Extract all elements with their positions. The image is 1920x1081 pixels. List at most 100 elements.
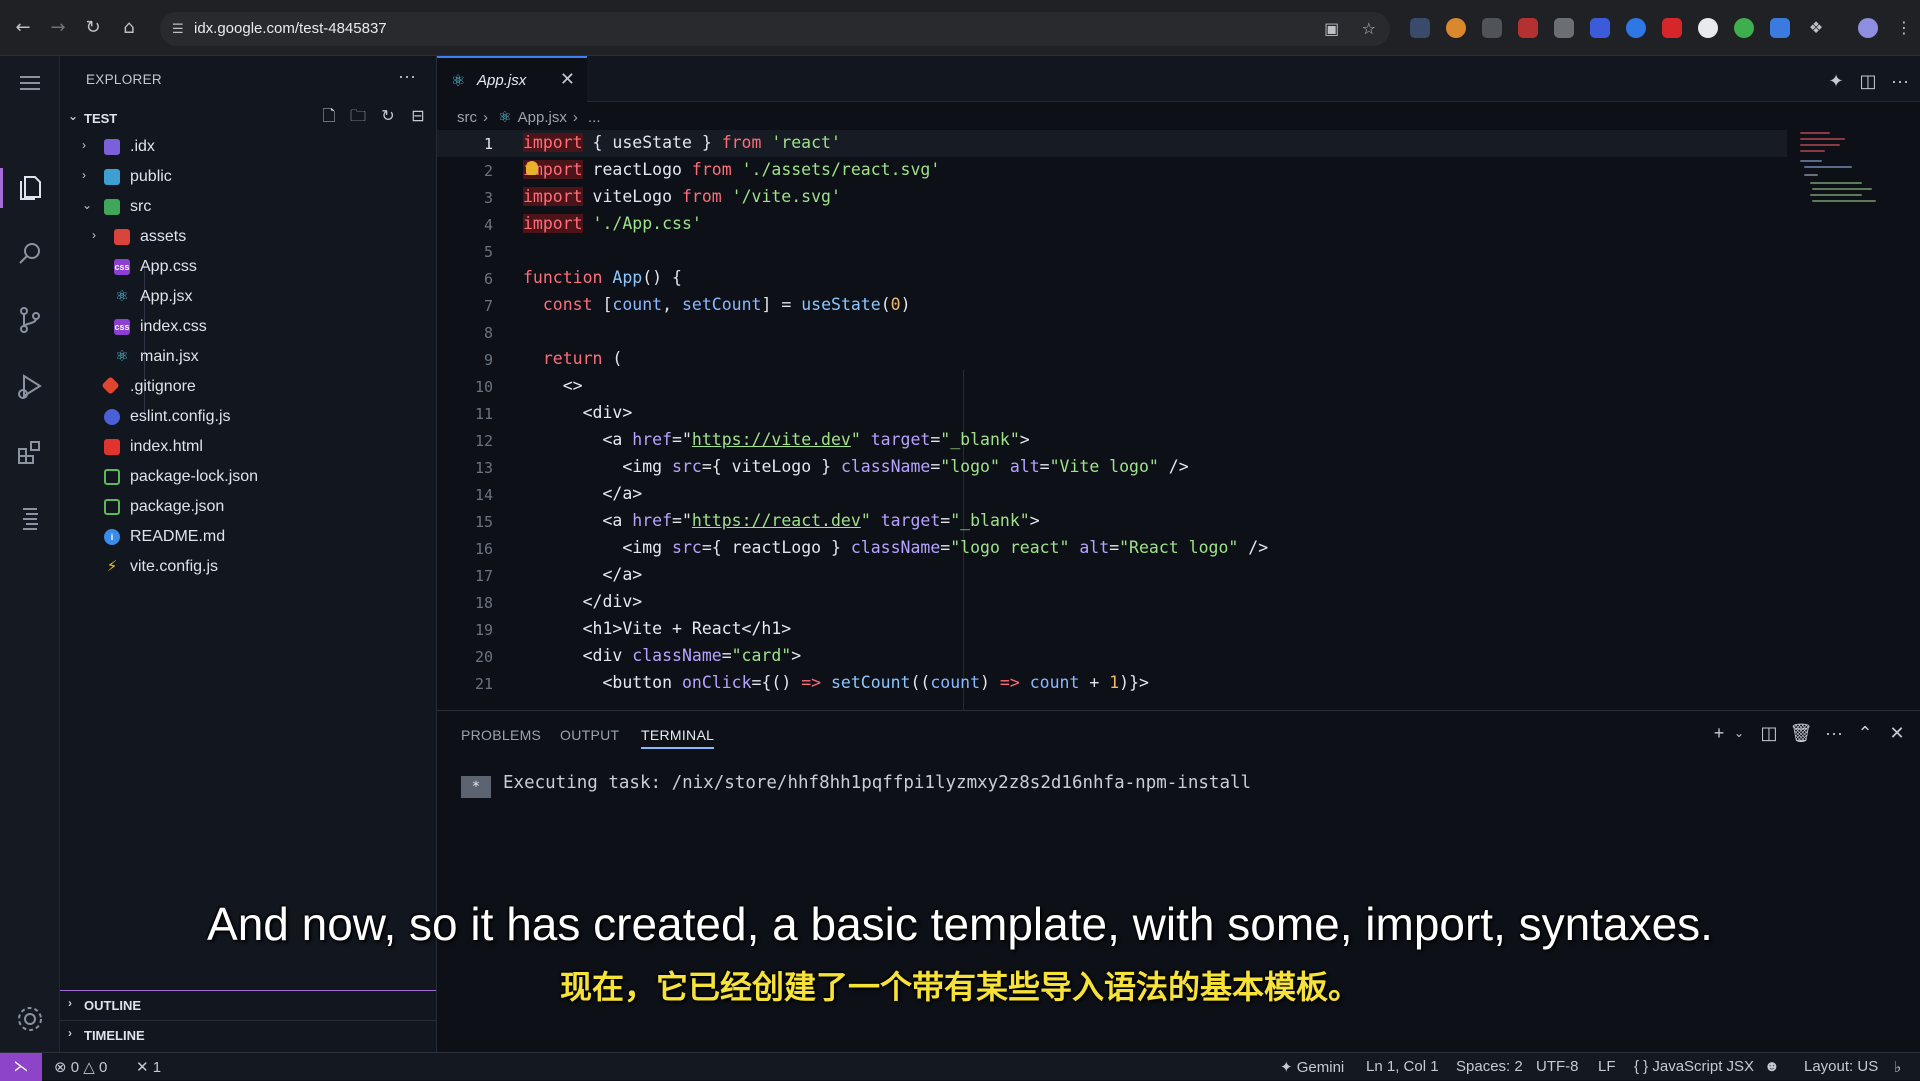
ports-status[interactable]: ✕ 1 — [136, 1058, 161, 1076]
extension-tab-icon[interactable] — [1770, 18, 1790, 38]
tree-item-src[interactable]: ⌄ src — [60, 192, 436, 222]
collapse-all-icon[interactable]: ⊟ — [407, 106, 429, 128]
extensions-icon[interactable] — [15, 437, 45, 467]
keyboard-layout-status[interactable]: Layout: US — [1804, 1058, 1878, 1075]
code-line[interactable]: 21 <button onClick={() => setCount((coun… — [437, 670, 1787, 697]
tree-item-app-jsx[interactable]: ⚛ App.jsx — [60, 282, 436, 312]
code-line[interactable]: 10 <> — [437, 373, 1787, 400]
code-line[interactable]: 6 function App() { — [437, 265, 1787, 292]
close-panel-icon[interactable]: ✕ — [1885, 721, 1909, 745]
token[interactable]: https://vite.dev — [692, 430, 851, 449]
menu-icon[interactable] — [15, 68, 45, 98]
encoding-status[interactable]: UTF-8 — [1536, 1058, 1579, 1075]
tree-item-app-css[interactable]: css App.css — [60, 252, 436, 282]
new-folder-icon[interactable]: 🗀 — [347, 106, 369, 128]
split-editor-icon[interactable]: ◫ — [1857, 70, 1879, 92]
tree-item-index-html[interactable]: index.html — [60, 432, 436, 462]
extension-shield-icon[interactable] — [1554, 18, 1574, 38]
code-line[interactable]: 15 <a href="https://react.dev" target="_… — [437, 508, 1787, 535]
explorer-files-icon[interactable] — [15, 173, 45, 203]
tab-problems[interactable]: PROBLEMS — [461, 727, 541, 743]
code-editor[interactable]: 1 import { useState } from 'react' 2 imp… — [437, 130, 1920, 710]
code-line[interactable]: 19 <h1>Vite + React</h1> — [437, 616, 1787, 643]
cursor-position[interactable]: Ln 1, Col 1 — [1366, 1058, 1439, 1075]
tree-item-package-lock[interactable]: package-lock.json — [60, 462, 436, 492]
code-line[interactable]: 16 <img src={ reactLogo } className="log… — [437, 535, 1787, 562]
notification-bell-icon[interactable]: ♭ — [1894, 1058, 1901, 1076]
source-control-icon[interactable] — [15, 305, 45, 335]
extension-ring-icon[interactable] — [1698, 18, 1718, 38]
code-line[interactable]: 11 <div> — [437, 400, 1787, 427]
url-text[interactable]: idx.google.com/test-4845837 — [194, 20, 387, 37]
forward-arrow-icon[interactable]: → — [47, 17, 69, 39]
new-file-icon[interactable]: 🗋 — [318, 106, 340, 128]
back-arrow-icon[interactable]: ← — [12, 17, 34, 39]
tree-item-assets[interactable]: › assets — [60, 222, 436, 252]
chevron-down-icon[interactable]: ⌄ — [1727, 721, 1751, 745]
extension-badge-icon[interactable] — [1518, 18, 1538, 38]
extension-wave-icon[interactable] — [1590, 18, 1610, 38]
extension-game-icon[interactable] — [1482, 18, 1502, 38]
code-line[interactable]: 2 import reactLogo from './assets/react.… — [437, 157, 1787, 184]
code-line[interactable]: 4 import './App.css' — [437, 211, 1787, 238]
token[interactable]: https://react.dev — [692, 511, 861, 530]
extension-chrome-icon[interactable] — [1734, 18, 1754, 38]
code-line[interactable]: 20 <div className="card"> — [437, 643, 1787, 670]
maximize-panel-icon[interactable]: ⌃ — [1853, 721, 1877, 745]
more-actions-icon[interactable]: ··· — [398, 66, 416, 87]
profile-avatar[interactable] — [1858, 18, 1878, 38]
breadcrumb-src[interactable]: src — [457, 109, 477, 126]
code-line[interactable]: 13 <img src={ viteLogo } className="logo… — [437, 454, 1787, 481]
extension-red-shield-icon[interactable] — [1662, 18, 1682, 38]
tab-app-jsx[interactable]: ⚛ App.jsx ✕ — [437, 56, 587, 102]
code-line[interactable]: 12 <a href="https://vite.dev" target="_b… — [437, 427, 1787, 454]
close-tab-icon[interactable]: ✕ — [560, 69, 575, 90]
code-line[interactable]: 18 </div> — [437, 589, 1787, 616]
tree-item-main-jsx[interactable]: ⚛ main.jsx — [60, 342, 436, 372]
tree-item-eslint[interactable]: eslint.config.js — [60, 402, 436, 432]
refresh-icon[interactable]: ↻ — [377, 106, 399, 128]
code-line[interactable]: 14 </a> — [437, 481, 1787, 508]
extension-colorful-icon[interactable] — [1626, 18, 1646, 38]
tree-item-index-css[interactable]: css index.css — [60, 312, 436, 342]
editor-more-icon[interactable]: ··· — [1889, 70, 1911, 92]
problems-status[interactable]: ⊗ 0 △ 0 — [54, 1058, 107, 1076]
gemini-sparkle-icon[interactable]: ✦ — [1825, 70, 1847, 92]
tree-item-package-json[interactable]: package.json — [60, 492, 436, 522]
tree-item-idx[interactable]: › .idx — [60, 132, 436, 162]
trash-icon[interactable]: 🗑 — [1789, 721, 1813, 745]
feedback-icon[interactable]: ☻ — [1764, 1058, 1780, 1075]
code-line[interactable]: 3 import viteLogo from '/vite.svg' — [437, 184, 1787, 211]
eol-status[interactable]: LF — [1598, 1058, 1616, 1075]
tree-item-public[interactable]: › public — [60, 162, 436, 192]
tree-item-gitignore[interactable]: .gitignore — [60, 372, 436, 402]
breadcrumb-file[interactable]: App.jsx — [518, 109, 567, 126]
tree-item-vite-config[interactable]: ⚡ vite.config.js — [60, 552, 436, 582]
gemini-status[interactable]: ✦ Gemini — [1280, 1058, 1344, 1076]
terminal-output[interactable]: * Executing task: /nix/store/hhf8hh1pqffp… — [461, 773, 1251, 798]
code-line[interactable]: 5 — [437, 238, 1787, 265]
code-line[interactable]: 8 — [437, 319, 1787, 346]
tab-terminal[interactable]: TERMINAL — [641, 727, 715, 749]
address-bar[interactable]: ☰ idx.google.com/test-4845837 ▣ ☆ — [160, 12, 1390, 46]
site-info-icon[interactable]: ☰ — [172, 20, 190, 38]
run-debug-icon[interactable] — [15, 371, 45, 401]
extensions-puzzle-icon[interactable]: ❖ — [1806, 18, 1826, 38]
code-line[interactable]: 17 </a> — [437, 562, 1787, 589]
remote-indicator-icon[interactable]: ⋋ — [0, 1053, 42, 1081]
indentation-status[interactable]: Spaces: 2 — [1456, 1058, 1523, 1075]
breadcrumb-symbol[interactable]: ... — [588, 109, 601, 126]
tree-item-readme[interactable]: i README.md — [60, 522, 436, 552]
minimap[interactable] — [1800, 130, 1910, 210]
language-status[interactable]: { } JavaScript JSX — [1634, 1058, 1754, 1075]
install-app-icon[interactable]: ▣ — [1324, 21, 1339, 38]
reload-icon[interactable]: ↻ — [82, 17, 104, 39]
outline-list-icon[interactable] — [15, 503, 45, 533]
extension-circle-icon[interactable] — [1446, 18, 1466, 38]
home-icon[interactable]: ⌂ — [118, 17, 140, 39]
panel-more-icon[interactable]: ··· — [1822, 721, 1846, 745]
tab-output[interactable]: OUTPUT — [560, 727, 619, 743]
settings-gear-icon[interactable] — [15, 1004, 45, 1034]
bookmark-star-icon[interactable]: ☆ — [1362, 21, 1376, 38]
browser-menu-icon[interactable]: ⋮ — [1894, 18, 1914, 38]
